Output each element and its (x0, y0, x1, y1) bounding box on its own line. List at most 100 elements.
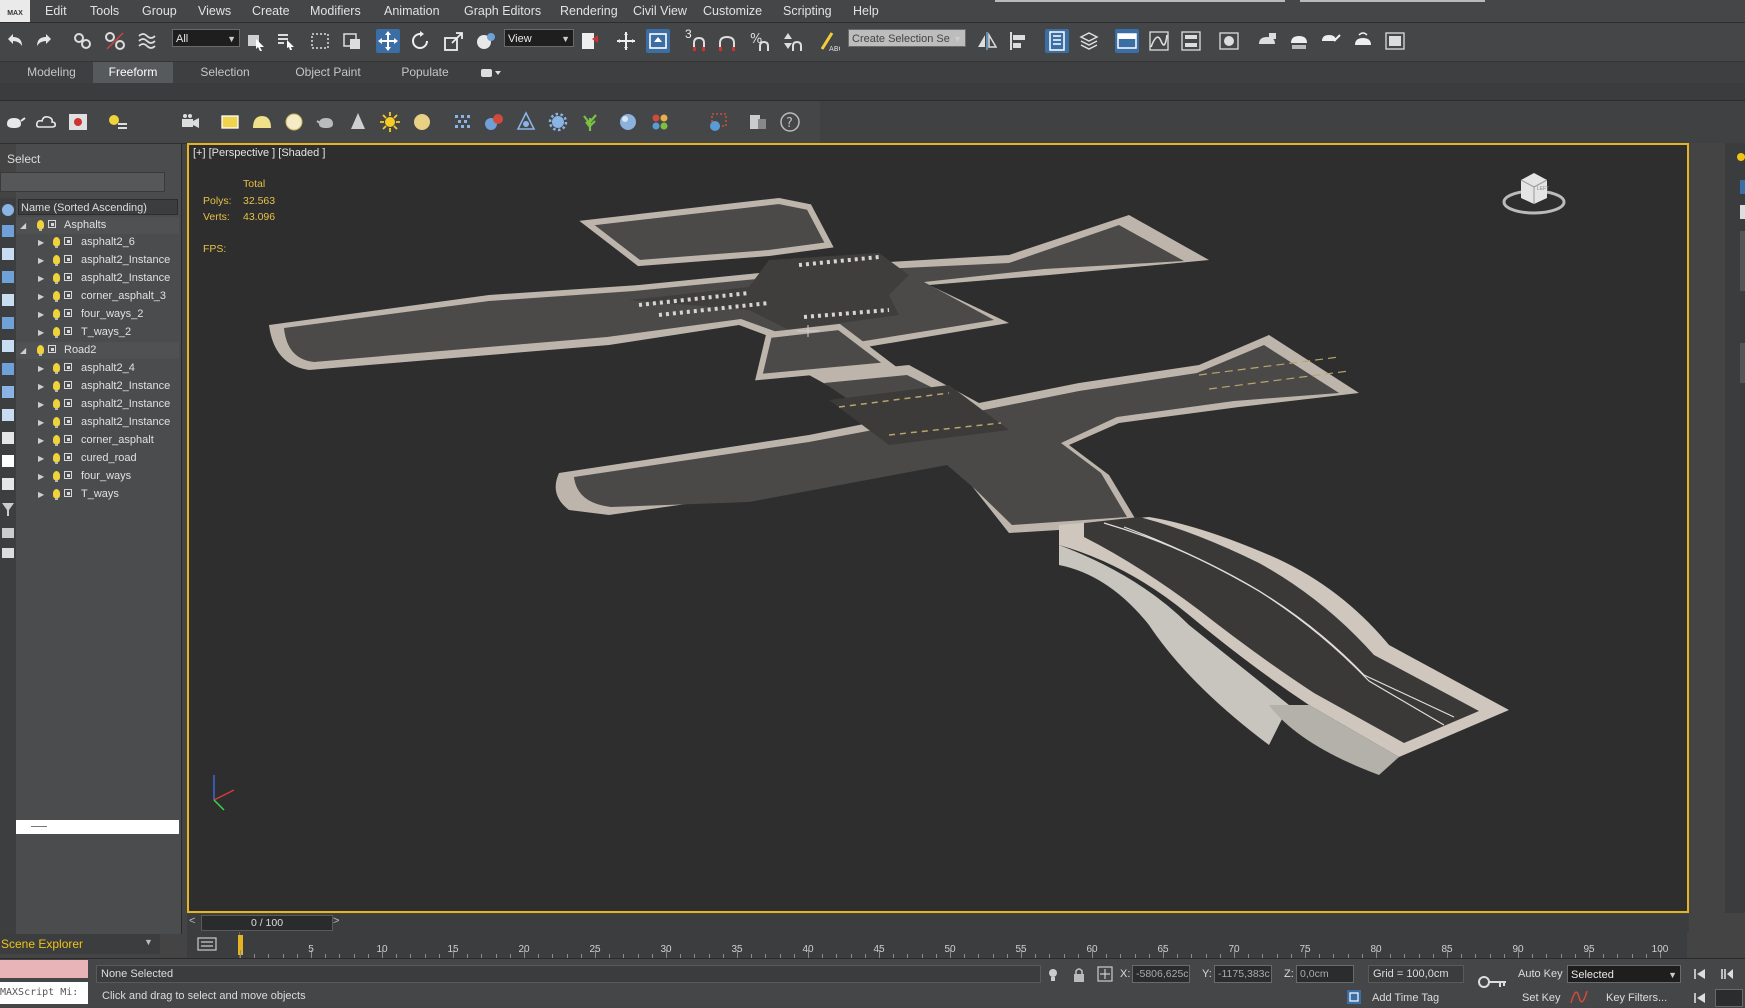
expand-triangle-icon[interactable]: ▶ (38, 252, 44, 269)
isolate-selection-icon[interactable] (1046, 967, 1060, 986)
toggle-layer-explorer-icon[interactable] (1077, 29, 1101, 53)
menu-edit[interactable]: Edit (45, 4, 67, 18)
render-region-icon[interactable] (1383, 29, 1407, 53)
menu-animation[interactable]: Animation (384, 4, 440, 18)
undo-icon[interactable] (3, 29, 27, 53)
render-in-cloud-icon[interactable] (1351, 29, 1375, 53)
render-setup-icon[interactable] (1255, 29, 1279, 53)
select-object-icon[interactable] (244, 29, 268, 53)
menu-modifiers[interactable]: Modifiers (310, 4, 361, 18)
named-selection-set-dropdown[interactable]: Create Selection Se ▼ (848, 29, 966, 47)
light-bulb-icon[interactable] (53, 417, 60, 428)
material-sphere-icon[interactable] (616, 110, 640, 134)
y-coordinate-field[interactable]: -1175,383c (1214, 965, 1272, 983)
select-manipulate-icon[interactable] (614, 29, 638, 53)
object-visibility-icon[interactable] (64, 381, 72, 389)
rectangular-selection-icon[interactable] (308, 29, 332, 53)
tree-item-row[interactable]: ▶ cured_road (16, 450, 179, 467)
teapot-primitive-icon[interactable] (314, 110, 338, 134)
material-palette-icon[interactable] (648, 110, 672, 134)
light-bulb-icon[interactable] (53, 471, 60, 482)
set-key-mode-key-icon[interactable] (1478, 975, 1508, 992)
object-visibility-icon[interactable] (48, 220, 56, 228)
add-time-tag-button[interactable]: Add Time Tag (1372, 992, 1439, 1004)
reference-coordinate-dropdown[interactable]: View ▼ (504, 29, 574, 47)
tree-item-row[interactable]: ▶ T_ways (16, 486, 179, 503)
object-visibility-icon[interactable] (64, 471, 72, 479)
maxscript-mini-listener[interactable]: MAXScript Mi: (0, 982, 88, 1004)
menu-create[interactable]: Create (252, 4, 290, 18)
keyboard-shortcut-override-icon[interactable] (646, 29, 670, 53)
expand-triangle-icon[interactable]: ▶ (38, 270, 44, 287)
sun-light-icon[interactable] (378, 110, 402, 134)
collapse-triangle-icon[interactable]: ◢ (20, 217, 26, 234)
time-slider[interactable]: 0 / 100 (201, 915, 333, 931)
expand-triangle-icon[interactable]: ▶ (38, 288, 44, 305)
menu-tools[interactable]: Tools (90, 4, 119, 18)
sky-light-icon[interactable] (410, 110, 434, 134)
set-key-button[interactable]: Set Key (1522, 992, 1561, 1004)
time-next-button[interactable]: > (333, 915, 339, 927)
expand-triangle-icon[interactable]: ▶ (38, 396, 44, 413)
tree-group-row[interactable]: ◢ Road2 (16, 342, 179, 359)
expand-triangle-icon[interactable]: ▶ (38, 450, 44, 467)
selection-lock-icon[interactable] (1072, 967, 1086, 986)
x-coordinate-field[interactable]: -5806,625c (1132, 965, 1190, 983)
light-bulb-icon[interactable] (37, 220, 44, 231)
time-prev-button[interactable]: < (189, 915, 195, 927)
object-visibility-icon[interactable] (64, 327, 72, 335)
collapse-triangle-icon[interactable]: ◢ (20, 342, 26, 359)
cone-primitive-icon[interactable] (346, 110, 370, 134)
auto-key-button[interactable]: Auto Key (1518, 968, 1563, 980)
command-panel-tab-icons[interactable] (1725, 143, 1745, 403)
tree-item-row[interactable]: ▶ four_ways (16, 468, 179, 485)
edit-named-selection-icon[interactable]: ABC (816, 29, 843, 53)
tab-freeform[interactable]: Freeform (93, 62, 173, 83)
light-bulb-icon[interactable] (37, 345, 44, 356)
light-bulb-icon[interactable] (53, 399, 60, 410)
spinner-snap-icon[interactable] (780, 29, 804, 53)
pivot-center-icon[interactable] (578, 29, 602, 53)
curve-editor-icon[interactable] (1147, 29, 1171, 53)
help-icon[interactable]: ? (778, 110, 802, 134)
select-and-place-icon[interactable] (474, 29, 498, 53)
track-bar-toggle-icon[interactable] (197, 936, 217, 955)
object-visibility-icon[interactable] (64, 417, 72, 425)
selection-filter-dropdown[interactable]: All ▼ (172, 29, 240, 47)
viewcube[interactable]: LEFT (1499, 160, 1569, 220)
expand-triangle-icon[interactable]: ▶ (38, 360, 44, 377)
explorer-search-field[interactable] (0, 172, 165, 192)
light-bulb-icon[interactable] (53, 237, 60, 248)
select-and-scale-icon[interactable] (442, 29, 466, 53)
scene-explorer-bar[interactable]: Scene Explorer ▼ (0, 934, 160, 954)
key-mode-toggle-icon[interactable] (1693, 992, 1707, 1007)
light-bulb-icon[interactable] (53, 273, 60, 284)
window-crossing-icon[interactable] (340, 29, 364, 53)
object-visibility-icon[interactable] (64, 309, 72, 317)
camera-icon[interactable] (178, 110, 202, 134)
track-bar[interactable]: 5 10 15 20 25 30 35 40 45 50 55 60 65 70 75 80 85 90 95 100 (187, 932, 1687, 958)
expand-triangle-icon[interactable]: ▶ (38, 486, 44, 503)
render-frame-icon[interactable] (66, 110, 90, 134)
go-to-start-icon[interactable] (1693, 968, 1707, 983)
object-visibility-icon[interactable] (48, 345, 56, 353)
object-visibility-icon[interactable] (64, 435, 72, 443)
object-visibility-icon[interactable] (64, 237, 72, 245)
key-curve-icon[interactable] (1570, 989, 1588, 1008)
tree-item-row[interactable]: ▶ four_ways_2 (16, 306, 179, 323)
expand-triangle-icon[interactable]: ▶ (38, 378, 44, 395)
snaps-toggle-icon[interactable]: 3 (684, 27, 708, 53)
percent-snap-icon[interactable]: % (748, 29, 772, 53)
select-and-rotate-icon[interactable] (408, 29, 432, 53)
perspective-viewport[interactable]: [+] [Perspective ] [Shaded ] Total Polys… (187, 143, 1689, 913)
select-and-link-icon[interactable] (71, 29, 95, 53)
chevron-down-icon[interactable]: ▼ (144, 937, 153, 947)
schematic-view-icon[interactable] (1179, 29, 1203, 53)
expand-triangle-icon[interactable]: ▶ (38, 468, 44, 485)
explorer-column-header[interactable]: Name (Sorted Ascending) (18, 199, 178, 215)
light-bulb-icon[interactable] (53, 327, 60, 338)
tab-object-paint[interactable]: Object Paint (283, 62, 373, 83)
rendered-frame-window-icon[interactable] (1287, 29, 1311, 53)
menu-scripting[interactable]: Scripting (783, 4, 832, 18)
light-bulb-icon[interactable] (53, 453, 60, 464)
